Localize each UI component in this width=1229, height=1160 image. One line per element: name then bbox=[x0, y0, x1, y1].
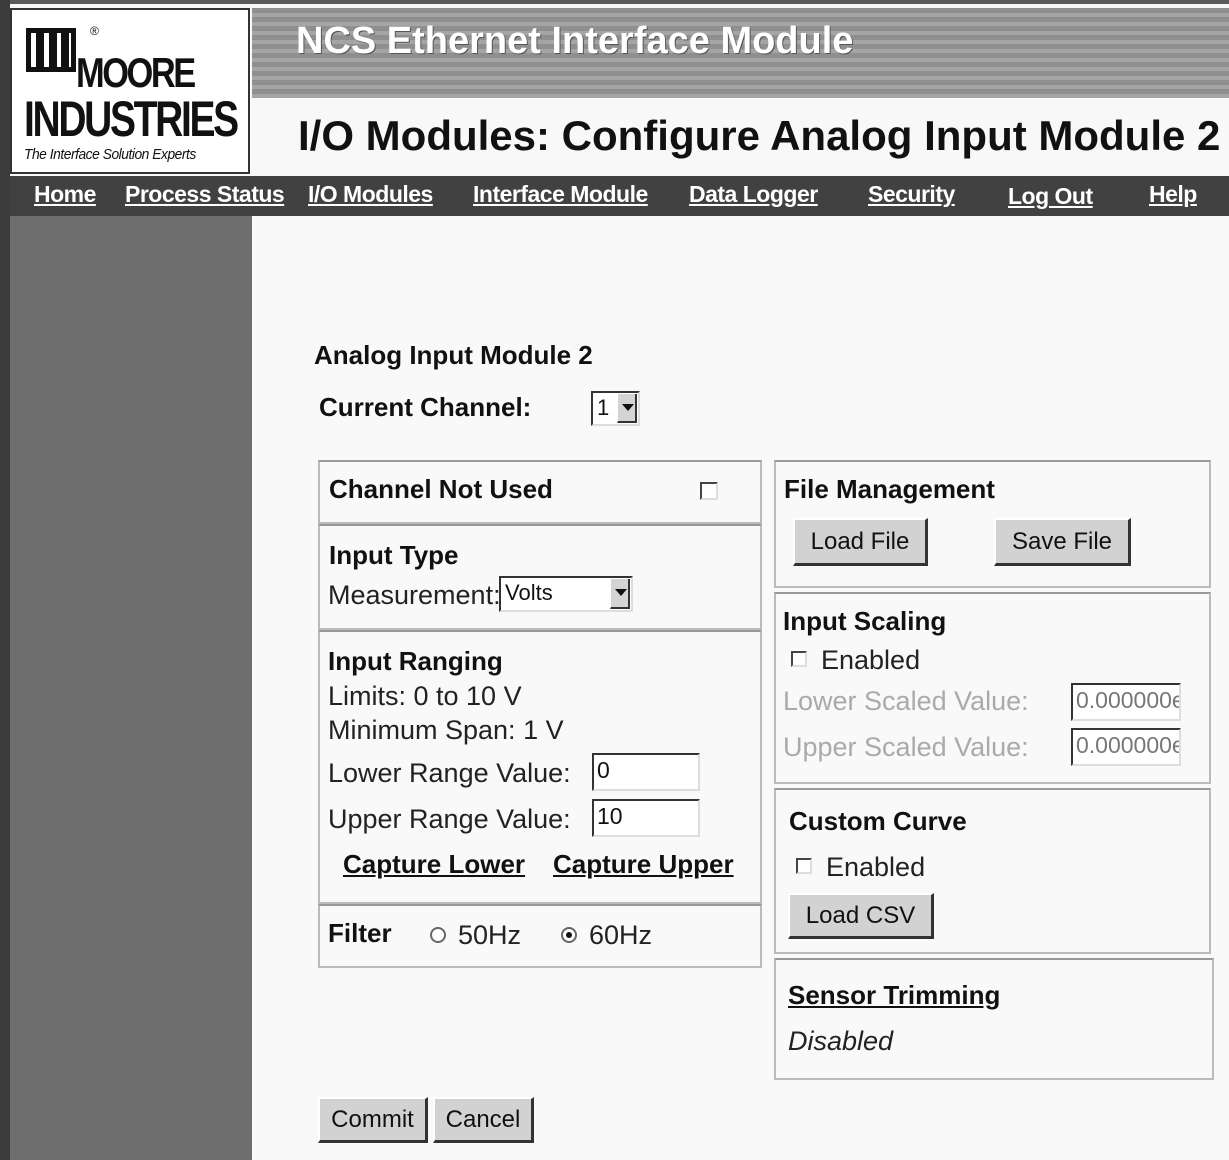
upper-scaled-input[interactable]: 0.000000e+ bbox=[1071, 728, 1181, 766]
sidebar bbox=[10, 216, 252, 1160]
sensor-trimming-panel bbox=[774, 958, 1214, 1080]
capture-lower-link[interactable]: Capture Lower bbox=[343, 849, 525, 880]
channel-not-used-label: Channel Not Used bbox=[329, 474, 553, 504]
logo-line2: INDUSTRIES bbox=[24, 91, 239, 147]
nav-security[interactable]: Security bbox=[868, 181, 955, 208]
logo-mark-icon bbox=[26, 28, 76, 72]
left-border bbox=[0, 0, 10, 1160]
cancel-button[interactable]: Cancel bbox=[433, 1097, 534, 1143]
filter-label: Filter bbox=[328, 918, 392, 948]
nav-home[interactable]: Home bbox=[34, 181, 96, 208]
top-border bbox=[0, 0, 1229, 4]
channel-select[interactable]: 1 bbox=[591, 391, 640, 426]
upper-range-label: Upper Range Value: bbox=[328, 804, 571, 834]
lower-range-input[interactable]: 0 bbox=[592, 753, 700, 791]
filter-50hz-radio[interactable] bbox=[430, 927, 446, 943]
input-scaling-enabled-label: Enabled bbox=[821, 645, 921, 675]
upper-scaled-label: Upper Scaled Value: bbox=[783, 732, 1029, 762]
nav-data-logger[interactable]: Data Logger bbox=[689, 181, 818, 208]
chevron-down-icon bbox=[610, 579, 630, 609]
lower-scaled-input[interactable]: 0.000000e+ bbox=[1071, 683, 1181, 721]
custom-curve-heading: Custom Curve bbox=[789, 806, 967, 836]
lower-scaled-label: Lower Scaled Value: bbox=[783, 686, 1029, 716]
nav-interface-module[interactable]: Interface Module bbox=[473, 181, 648, 208]
nav-log-out[interactable]: Log Out bbox=[1008, 183, 1093, 210]
custom-curve-enabled-checkbox[interactable] bbox=[796, 858, 812, 874]
input-type-heading: Input Type bbox=[329, 540, 459, 570]
nav-bar: Home Process Status I/O Modules Interfac… bbox=[10, 176, 1229, 216]
company-logo: ® MOORE INDUSTRIES The Interface Solutio… bbox=[10, 8, 250, 174]
chevron-down-icon bbox=[617, 394, 637, 423]
filter-50hz-label: 50Hz bbox=[458, 920, 522, 950]
custom-curve-enabled-label: Enabled bbox=[826, 852, 926, 882]
logo-tagline: The Interface Solution Experts bbox=[24, 146, 196, 163]
minimum-span-text: Minimum Span: 1 V bbox=[328, 715, 564, 745]
module-heading: Analog Input Module 2 bbox=[314, 340, 593, 370]
channel-not-used-checkbox[interactable] bbox=[700, 482, 718, 500]
channel-select-value: 1 bbox=[597, 395, 610, 420]
sensor-trimming-status: Disabled bbox=[788, 1026, 894, 1056]
upper-range-input[interactable]: 10 bbox=[592, 799, 700, 837]
sensor-trimming-link[interactable]: Sensor Trimming bbox=[788, 980, 1000, 1011]
logo-registered-mark: ® bbox=[90, 24, 99, 38]
nav-help[interactable]: Help bbox=[1149, 181, 1197, 208]
input-ranging-heading: Input Ranging bbox=[328, 646, 503, 676]
commit-button[interactable]: Commit bbox=[318, 1097, 428, 1143]
logo-line1: MOORE bbox=[76, 49, 196, 96]
file-management-heading: File Management bbox=[784, 474, 995, 504]
module-title: NCS Ethernet Interface Module bbox=[296, 20, 854, 62]
lower-range-label: Lower Range Value: bbox=[328, 758, 571, 788]
current-channel-label: Current Channel: bbox=[319, 392, 532, 422]
save-file-button[interactable]: Save File bbox=[994, 518, 1131, 566]
measurement-label: Measurement: bbox=[328, 580, 501, 610]
measurement-select[interactable]: Volts bbox=[499, 576, 633, 612]
capture-upper-link[interactable]: Capture Upper bbox=[553, 849, 734, 880]
input-scaling-heading: Input Scaling bbox=[783, 606, 947, 636]
limits-text: Limits: 0 to 10 V bbox=[328, 681, 522, 711]
input-scaling-enabled-checkbox[interactable] bbox=[791, 651, 807, 667]
load-csv-button[interactable]: Load CSV bbox=[788, 893, 934, 939]
nav-process-status[interactable]: Process Status bbox=[125, 181, 285, 208]
load-file-button[interactable]: Load File bbox=[793, 518, 928, 566]
filter-60hz-label: 60Hz bbox=[589, 920, 653, 950]
nav-io-modules[interactable]: I/O Modules bbox=[308, 181, 433, 208]
measurement-select-value: Volts bbox=[505, 580, 553, 605]
filter-60hz-radio[interactable] bbox=[561, 927, 577, 943]
page-title: I/O Modules: Configure Analog Input Modu… bbox=[298, 112, 1221, 159]
